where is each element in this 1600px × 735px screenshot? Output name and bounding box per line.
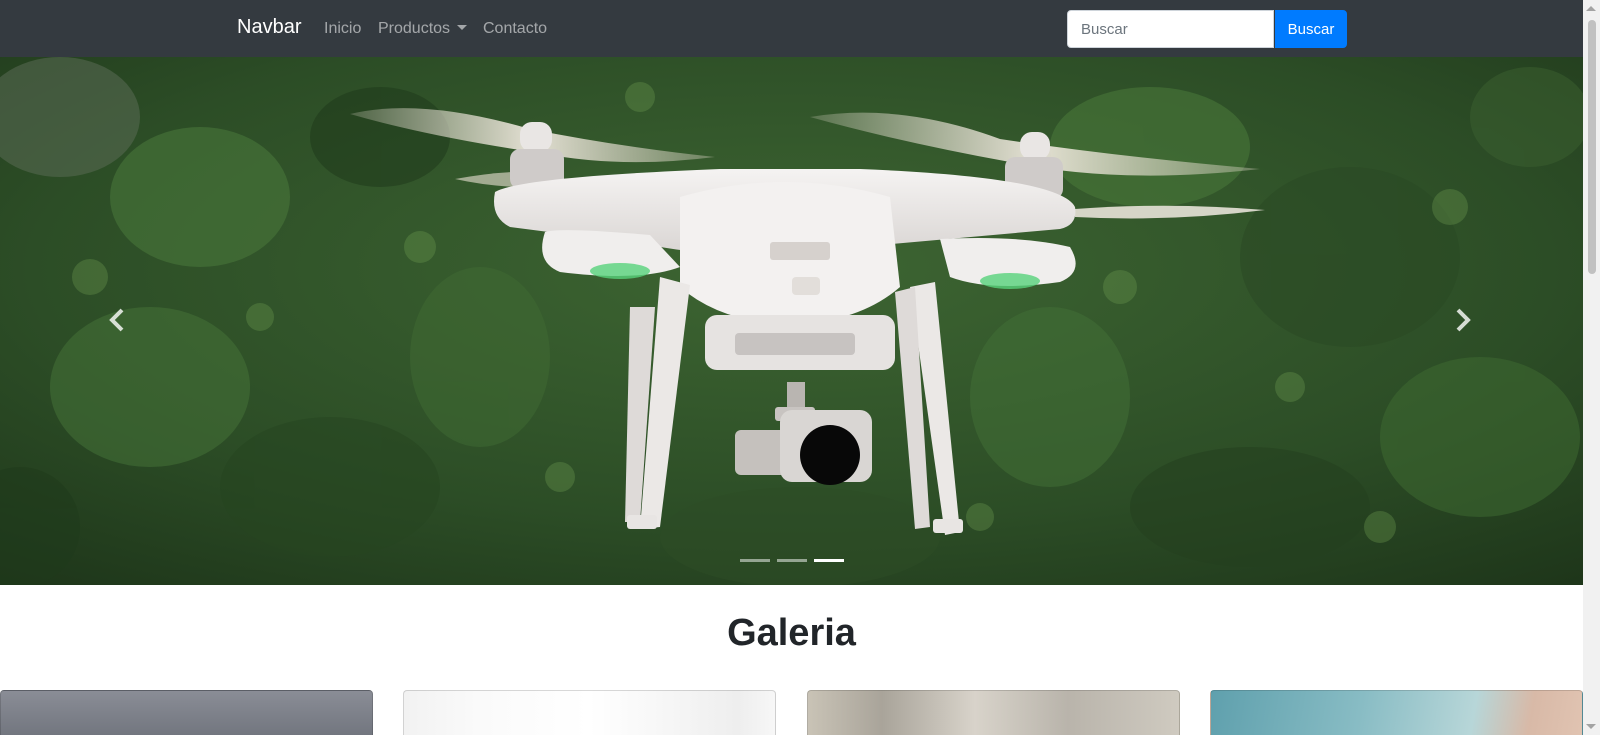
gallery-card-3[interactable] xyxy=(807,690,1180,735)
chevron-right-icon xyxy=(1456,308,1471,332)
carousel-indicator-3[interactable] xyxy=(814,559,844,562)
scroll-up-arrow-icon[interactable] xyxy=(1586,6,1596,11)
carousel-indicator-1[interactable] xyxy=(740,559,770,562)
search-input[interactable] xyxy=(1067,10,1274,48)
carousel-prev-button[interactable] xyxy=(88,290,148,350)
caret-down-icon xyxy=(457,25,468,30)
carousel xyxy=(0,57,1583,585)
scrollbar-thumb[interactable] xyxy=(1588,20,1596,274)
scroll-down-arrow-icon[interactable] xyxy=(1586,724,1596,729)
gallery-card-1[interactable] xyxy=(0,690,373,735)
navbar-brand[interactable]: Navbar xyxy=(237,16,301,39)
nav-dropdown-productos-label: Productos xyxy=(378,20,451,37)
gallery-title: Galeria xyxy=(727,612,856,654)
nav-link-inicio[interactable]: Inicio xyxy=(324,20,361,38)
gallery-card-2[interactable] xyxy=(403,690,776,735)
carousel-indicators xyxy=(740,555,844,567)
gallery-card-4[interactable] xyxy=(1210,690,1583,735)
carousel-next-button[interactable] xyxy=(1432,290,1492,350)
carousel-indicator-2[interactable] xyxy=(777,559,807,562)
chevron-left-icon xyxy=(109,308,124,332)
carousel-slide-image xyxy=(0,57,1583,585)
nav-link-contacto[interactable]: Contacto xyxy=(483,20,547,38)
search-button[interactable]: Buscar xyxy=(1275,10,1347,48)
gallery-cards xyxy=(0,690,1583,735)
nav-dropdown-productos[interactable]: Productos xyxy=(378,20,468,38)
navbar: Navbar Inicio Productos Contacto Buscar xyxy=(0,0,1583,57)
